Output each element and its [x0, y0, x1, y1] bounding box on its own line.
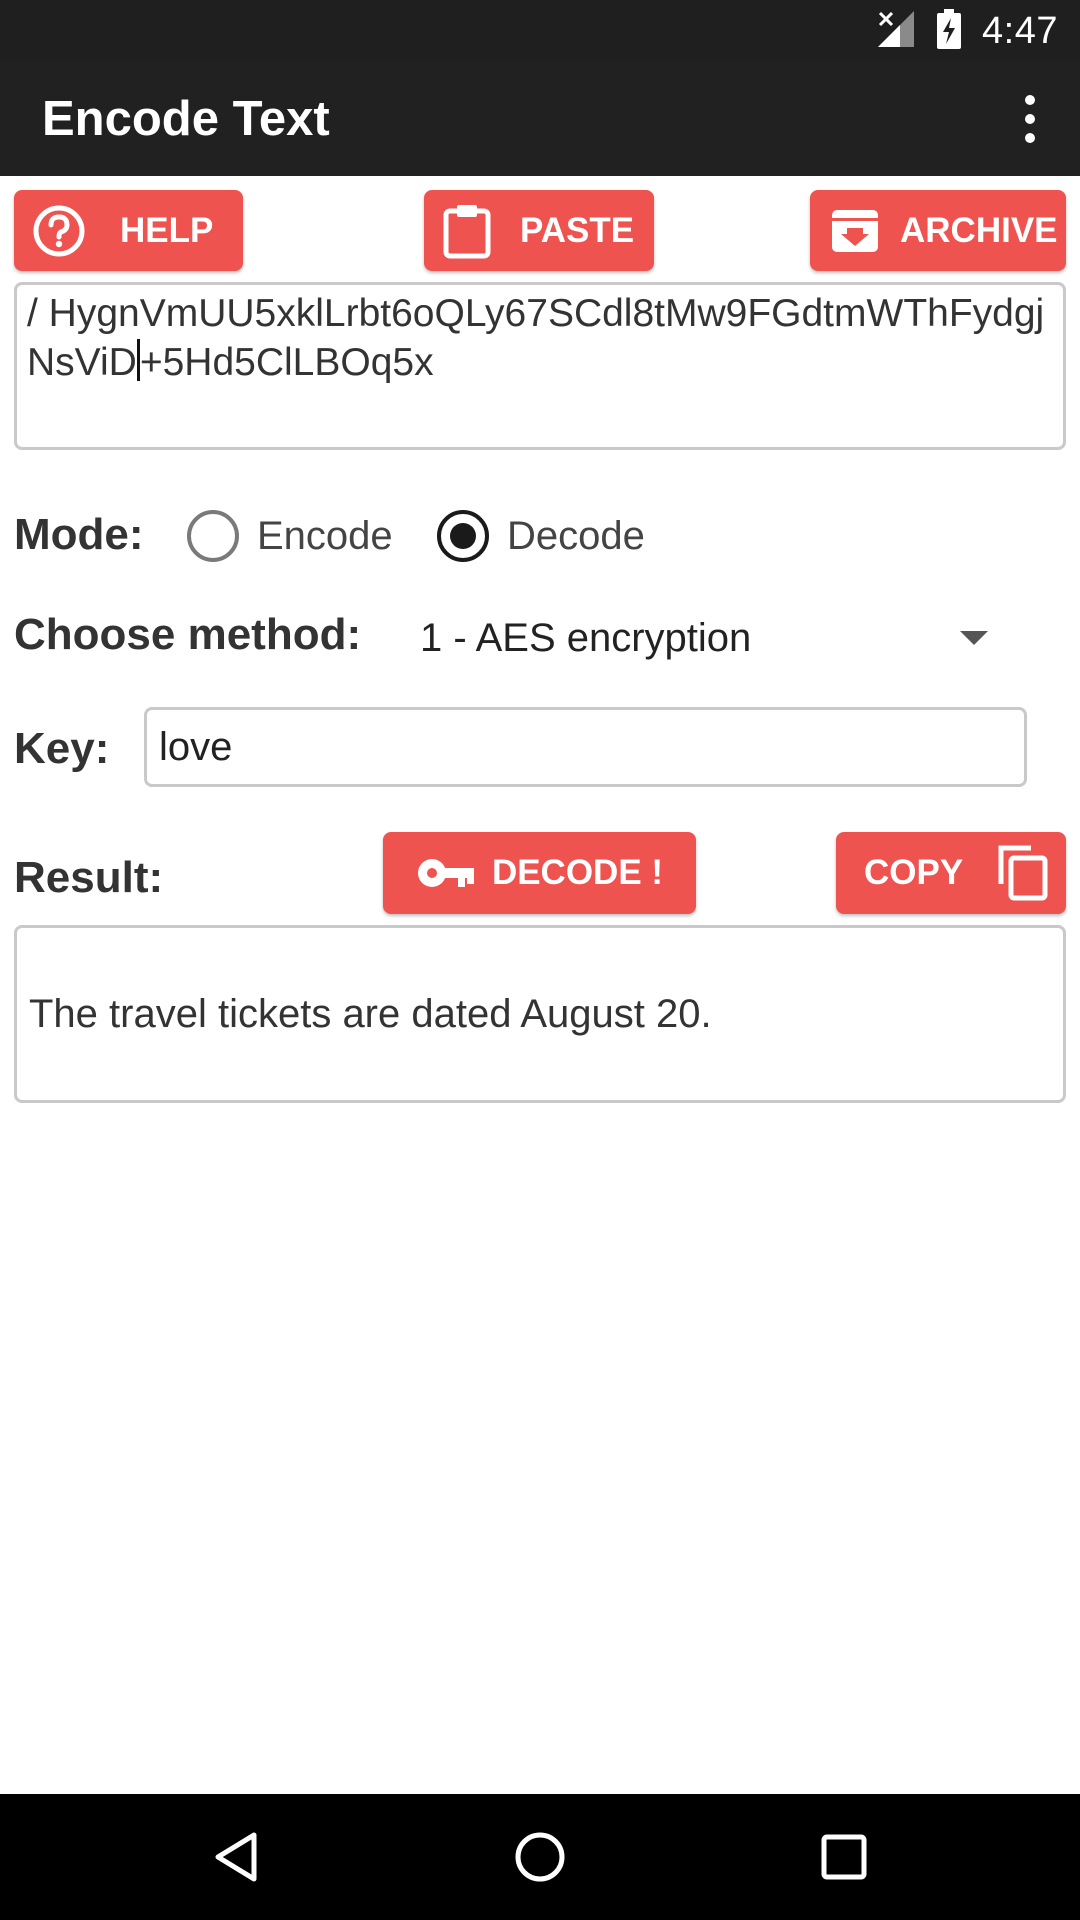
key-field[interactable]: love	[144, 707, 1027, 787]
paste-label: PASTE	[520, 210, 635, 250]
input-text-after-caret: +5Hd5ClLBOq5x	[139, 341, 434, 384]
result-label: Result:	[14, 853, 164, 902]
app-bar: Encode Text	[0, 63, 1080, 176]
recents-icon[interactable]	[804, 1817, 884, 1897]
archive-button[interactable]: ARCHIVE	[810, 190, 1066, 271]
status-time: 4:47	[982, 10, 1058, 52]
encode-radio[interactable]: Encode	[187, 510, 393, 562]
clipboard-icon	[442, 203, 492, 259]
decode-label: DECODE !	[491, 853, 664, 892]
signal-off-icon	[876, 9, 916, 54]
copy-button[interactable]: COPY	[836, 832, 1066, 914]
help-button[interactable]: HELP	[14, 190, 243, 271]
method-label: Choose method:	[14, 610, 362, 659]
status-bar: 4:47	[0, 0, 1080, 63]
home-icon[interactable]	[500, 1817, 580, 1897]
back-icon[interactable]	[196, 1817, 276, 1897]
input-text-field[interactable]: / HygnVmUU5xklLrbt6oQLy67SCdl8tMw9FGdtmW…	[14, 282, 1066, 450]
battery-charging-icon	[936, 9, 962, 54]
more-vert-icon[interactable]	[994, 83, 1066, 155]
result-text: The travel tickets are dated August 20.	[29, 991, 712, 1036]
key-label: Key:	[14, 724, 110, 773]
method-selected: 1 - AES encryption	[420, 615, 752, 660]
radio-unchecked-icon	[187, 510, 239, 562]
decode-radio[interactable]: Decode	[437, 510, 645, 562]
key-icon	[416, 856, 476, 890]
result-field[interactable]: The travel tickets are dated August 20.	[14, 925, 1066, 1103]
help-icon	[32, 204, 86, 258]
copy-label: COPY	[864, 853, 964, 892]
app-title: Encode Text	[42, 92, 330, 146]
archive-icon	[830, 206, 880, 256]
dropdown-arrow-icon	[960, 631, 988, 645]
copy-icon	[997, 844, 1049, 902]
navigation-bar	[0, 1794, 1080, 1920]
method-dropdown[interactable]: 1 - AES encryption	[420, 605, 1000, 671]
paste-button[interactable]: PASTE	[424, 190, 654, 271]
encode-radio-label: Encode	[257, 513, 393, 558]
help-label: HELP	[120, 210, 214, 250]
key-value: love	[159, 724, 233, 769]
radio-checked-icon	[437, 510, 489, 562]
archive-label: ARCHIVE	[900, 210, 1058, 250]
decode-button[interactable]: DECODE !	[383, 832, 696, 914]
decode-radio-label: Decode	[507, 513, 645, 558]
status-icons: 4:47	[876, 0, 1058, 63]
mode-label: Mode:	[14, 510, 144, 559]
